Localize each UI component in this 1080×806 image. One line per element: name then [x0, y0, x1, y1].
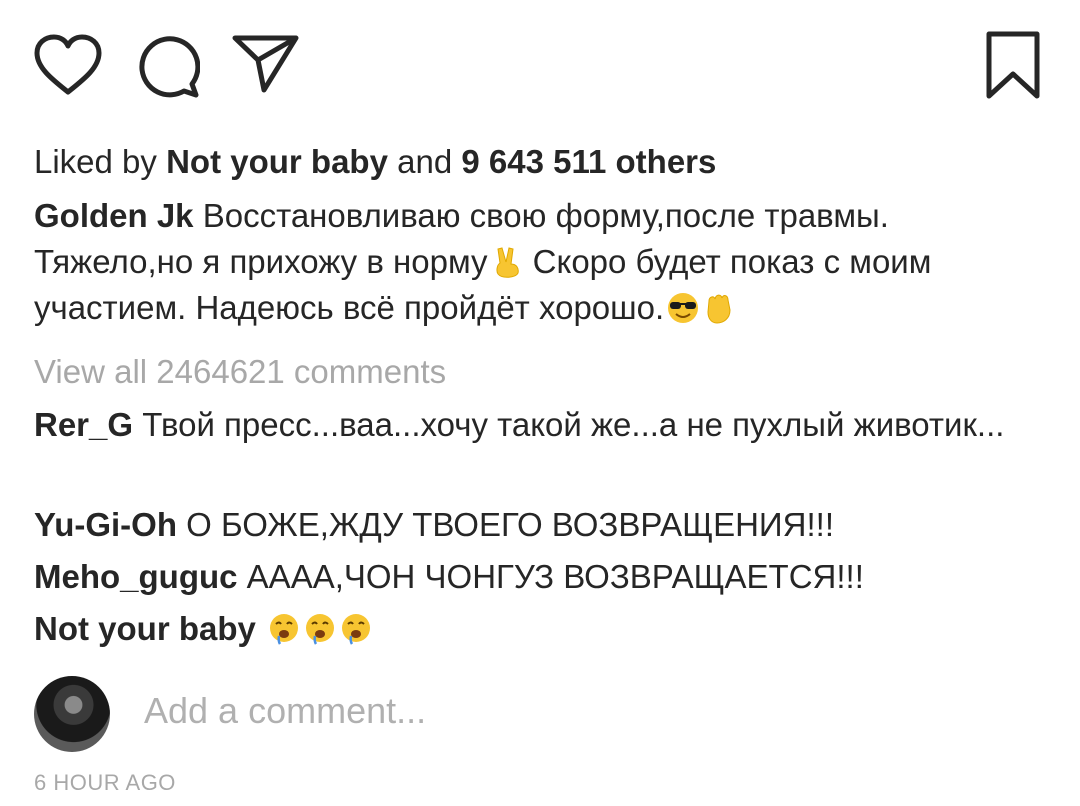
comment-item: Yu-Gi-Oh О БОЖЕ,ЖДУ ТВОЕГО ВОЗВРАЩЕНИЯ!!…	[34, 502, 1034, 548]
likes-line[interactable]: Liked by Not your baby and 9 643 511 oth…	[34, 140, 716, 184]
comment-item: Meho_guguc АААА,ЧОН ЧОНГУЗ ВОЗВРАЩАЕТСЯ!…	[34, 554, 1034, 600]
raised-fist-emoji-icon	[707, 294, 731, 324]
post-caption: Golden Jk Восстановливаю свою форму,посл…	[34, 193, 1054, 331]
comment-item: Not your baby	[34, 606, 1034, 652]
bookmark-icon[interactable]	[985, 30, 1041, 105]
add-comment-input[interactable]	[144, 690, 944, 732]
comment-text: О БОЖЕ,ЖДУ ТВОЕГО ВОЗВРАЩЕНИЯ!!!	[177, 506, 834, 543]
post-action-bar	[0, 0, 1080, 110]
comment-user[interactable]: Rer_G	[34, 406, 133, 443]
comment-user[interactable]: Not your baby	[34, 610, 256, 647]
likes-middle: and	[387, 143, 462, 180]
add-comment-row	[34, 676, 1034, 756]
comment-user[interactable]: Yu-Gi-Oh	[34, 506, 177, 543]
victory-hand-emoji-icon	[495, 247, 519, 278]
caption-author[interactable]: Golden Jk	[34, 197, 194, 234]
comment-item: Rer_G Твой пресс...ваа...хочу такой же..…	[34, 402, 1014, 448]
liked-by-user[interactable]: Not your baby	[166, 143, 388, 180]
drooling-face-emoji-icon	[270, 614, 299, 645]
drooling-face-emoji-icon	[342, 614, 371, 645]
likes-count[interactable]: 9 643 511 others	[461, 143, 716, 180]
drooling-face-emoji-icon	[306, 614, 335, 645]
comment-user[interactable]: Meho_guguc	[34, 558, 238, 595]
comment-text	[256, 610, 265, 647]
view-all-comments-link[interactable]: View all 2464621 comments	[34, 350, 446, 394]
comment-text: Твой пресс...ваа...хочу такой же...а не …	[133, 406, 1005, 443]
sunglasses-face-emoji-icon	[668, 293, 699, 323]
likes-prefix: Liked by	[34, 143, 167, 180]
avatar[interactable]	[34, 676, 110, 752]
paper-plane-icon[interactable]	[232, 34, 300, 99]
post-timestamp: 6 HOUR AGO	[34, 770, 176, 795]
comment-text: АААА,ЧОН ЧОНГУЗ ВОЗВРАЩАЕТСЯ!!!	[237, 558, 864, 595]
heart-icon[interactable]	[33, 34, 103, 101]
speech-bubble-icon[interactable]	[136, 34, 201, 103]
